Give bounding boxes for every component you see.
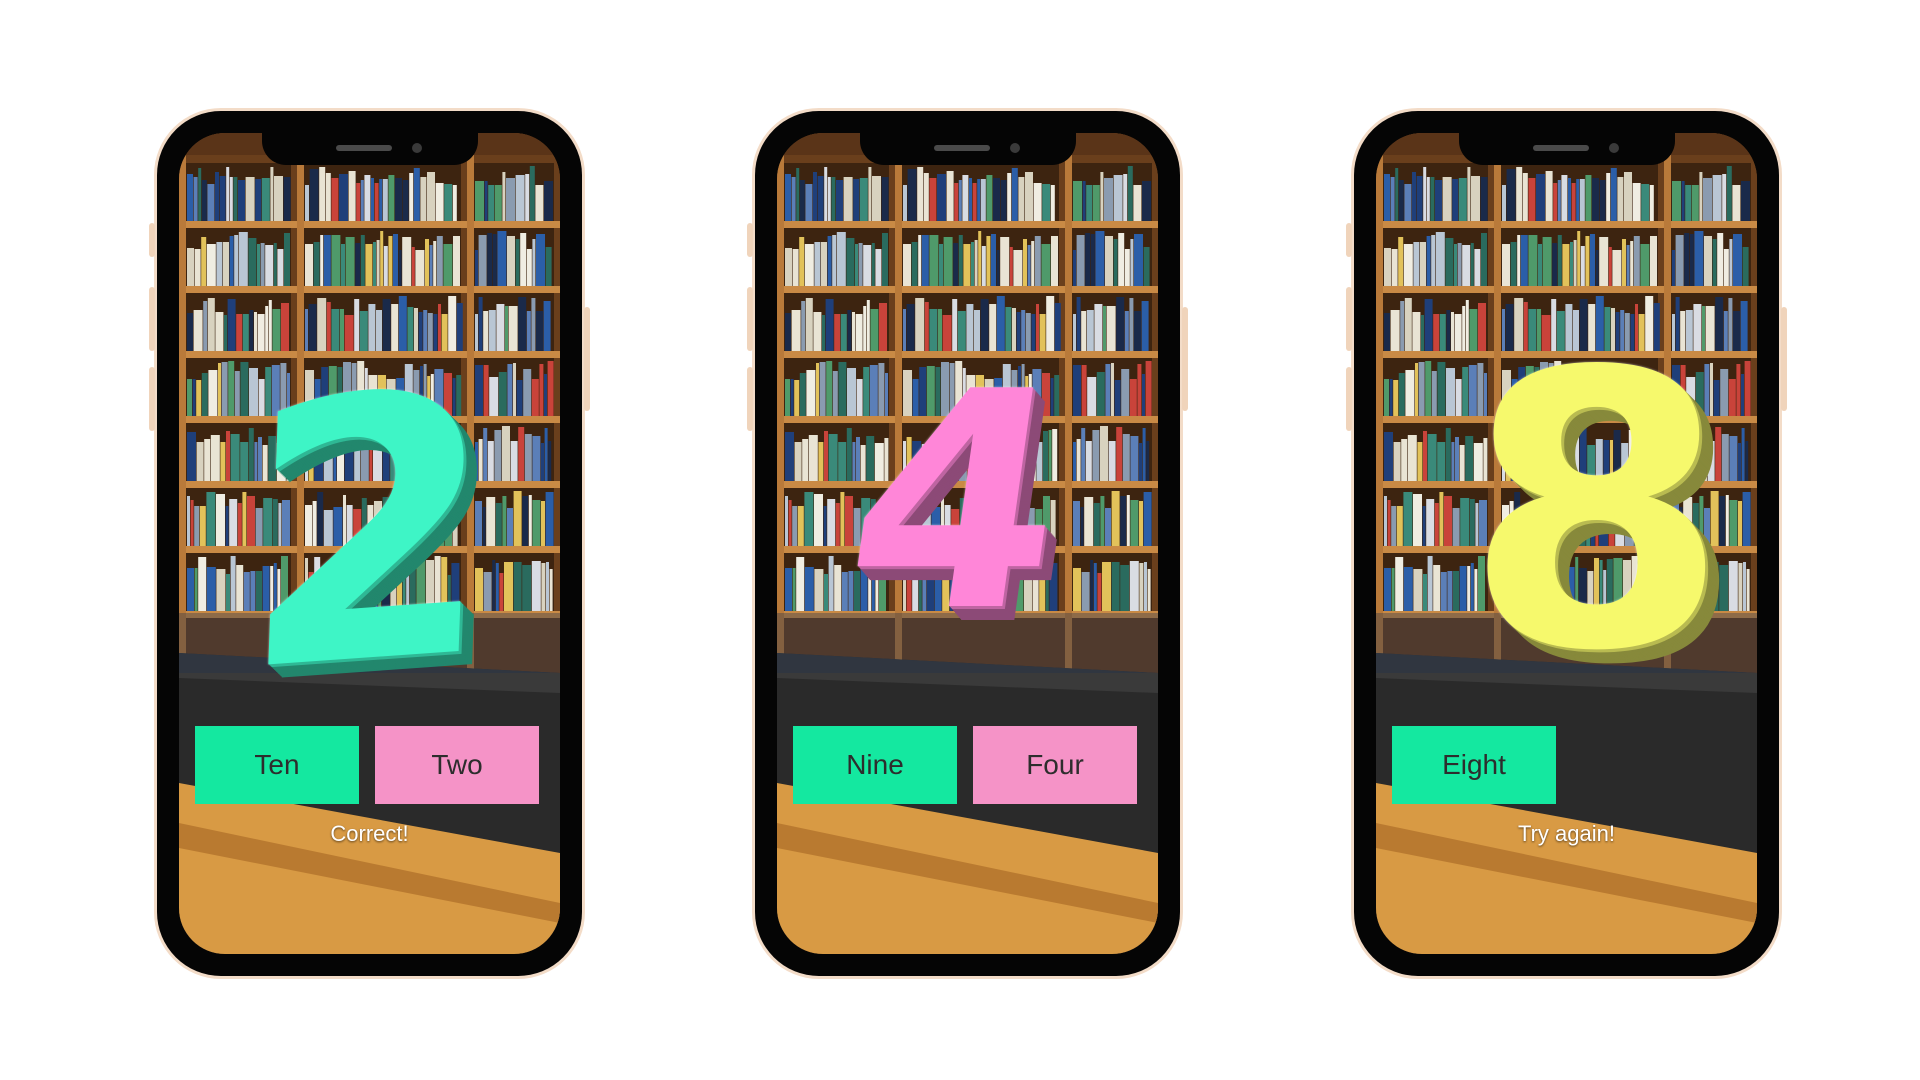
ar-digit: 2 <box>237 313 502 752</box>
answer-button[interactable]: Four <box>973 726 1137 804</box>
speaker-grille <box>933 145 990 151</box>
answer-button[interactable]: Eight <box>1392 726 1556 804</box>
mute-switch <box>149 223 155 257</box>
volume-up-button <box>149 287 155 351</box>
volume-down-button <box>747 367 753 431</box>
mute-switch <box>1346 223 1352 257</box>
answer-button[interactable]: Ten <box>195 726 359 804</box>
feedback-text: Correct! <box>330 821 409 846</box>
ar-camera-screen[interactable]: 8 Eight Try again! <box>1376 133 1757 954</box>
ar-camera-screen[interactable]: 2 Ten Two Correct! <box>179 133 560 954</box>
volume-down-button <box>149 367 155 431</box>
answer-button[interactable]: Nine <box>793 726 957 804</box>
answer-button[interactable]: Two <box>375 726 539 804</box>
front-camera <box>1009 143 1020 153</box>
phone-notch <box>261 133 478 165</box>
phone-frame: 2 Ten Two Correct! <box>149 111 590 976</box>
ar-digit-model[interactable]: 2 <box>179 313 560 752</box>
power-button <box>584 307 590 411</box>
ar-digit: 4 <box>828 328 1087 677</box>
front-camera <box>1608 143 1619 153</box>
speaker-grille <box>335 145 392 151</box>
speaker-grille <box>1532 145 1589 151</box>
power-button <box>1781 307 1787 411</box>
volume-down-button <box>1346 367 1352 431</box>
phone-notch <box>859 133 1076 165</box>
power-button <box>1182 307 1188 411</box>
volume-up-button <box>1346 287 1352 351</box>
phone-frame: 8 Eight Try again! <box>1346 111 1787 976</box>
feedback-text: Try again! <box>1517 821 1615 846</box>
phone-frame: 4 Nine Four <box>747 111 1188 976</box>
ar-camera-screen[interactable]: 4 Nine Four <box>777 133 1158 954</box>
mute-switch <box>747 223 753 257</box>
ar-digit-model[interactable]: 8 <box>1376 313 1757 733</box>
ar-digit: 8 <box>1464 291 1729 734</box>
phone-notch <box>1458 133 1675 165</box>
volume-up-button <box>747 287 753 351</box>
front-camera <box>411 143 422 153</box>
ar-digit-model[interactable]: 4 <box>777 313 1158 733</box>
